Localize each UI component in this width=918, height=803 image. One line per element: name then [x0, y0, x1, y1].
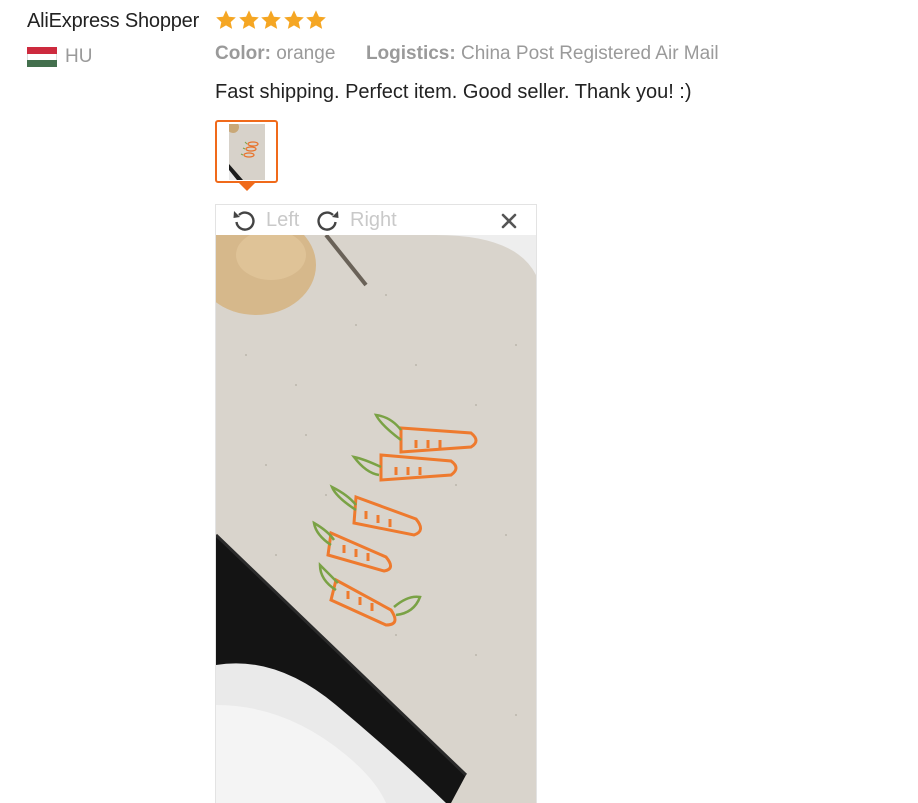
- rotate-left-icon: [233, 211, 255, 231]
- rotate-left-label: Left: [266, 208, 300, 231]
- review-text: Fast shipping. Perfect item. Good seller…: [215, 81, 692, 103]
- star-rating: [215, 8, 328, 32]
- star-icon: [238, 10, 259, 29]
- close-icon[interactable]: [500, 212, 518, 230]
- review-photo: [216, 235, 536, 803]
- reviewer-info: AliExpress Shopper HU: [27, 8, 199, 68]
- thumbnail-image: [229, 124, 265, 180]
- color-label: Color:: [215, 43, 271, 64]
- star-icon: [216, 10, 236, 29]
- reviewer-country: HU: [27, 46, 199, 68]
- star-icon: [306, 10, 326, 29]
- reviewer-name: AliExpress Shopper: [27, 10, 200, 32]
- color-value: orange: [276, 43, 336, 64]
- review-photo-thumbnail[interactable]: [215, 120, 278, 183]
- rotate-right-button[interactable]: Right: [314, 206, 397, 234]
- star-icon: [283, 10, 304, 29]
- star-icon: [261, 10, 281, 29]
- hungary-flag-icon: [27, 47, 57, 68]
- logistics-label: Logistics:: [365, 43, 456, 64]
- logistics-value: China Post Registered Air Mail: [460, 43, 719, 64]
- order-meta: Color: orange Logistics: China Post Regi…: [215, 42, 719, 66]
- photo-viewer: Left Right: [215, 204, 537, 803]
- rotate-right-label: Right: [350, 208, 397, 231]
- rotate-right-icon: [317, 211, 339, 231]
- viewer-toolbar: Left Right: [216, 205, 536, 235]
- thumbnail-pointer: [238, 182, 256, 191]
- rotate-left-button[interactable]: Left: [230, 206, 299, 234]
- country-code: HU: [65, 46, 93, 67]
